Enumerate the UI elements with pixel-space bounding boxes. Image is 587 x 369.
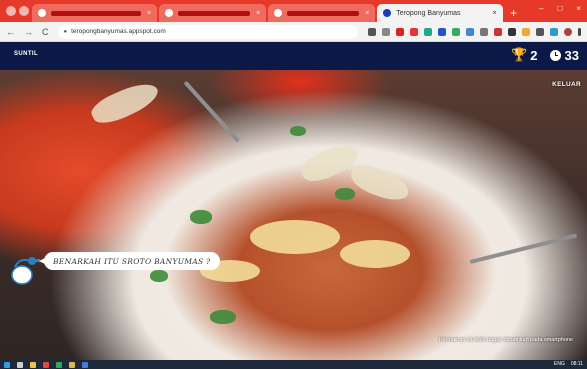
photo-detail — [150, 270, 168, 282]
browser-menu-dot[interactable] — [19, 6, 29, 16]
os-taskbar: ENG 08:11 — [0, 360, 587, 369]
redacted-tab-title — [51, 10, 141, 16]
hint-text: Permainan ini lebih bagus dimainkan pada… — [438, 337, 573, 343]
tab-favicon — [38, 9, 46, 17]
browser-tab-active[interactable]: Teropong Banyumas × — [377, 4, 503, 22]
photo-detail — [340, 240, 410, 268]
new-tab-button[interactable]: + — [505, 4, 523, 22]
extension-icons — [368, 27, 581, 36]
photo-detail — [87, 76, 163, 130]
start-icon[interactable] — [4, 361, 10, 368]
url-text: teropongbanyumas.appspot.com — [71, 28, 166, 35]
close-window-button[interactable]: × — [576, 4, 581, 13]
tab-title: Teropong Banyumas — [396, 9, 461, 17]
extension-icon[interactable] — [466, 27, 474, 36]
redacted-tab-title — [178, 10, 251, 16]
extension-icon[interactable] — [522, 27, 530, 36]
browser-tab-strip: × × × Teropong Banyumas × + – □ × — [0, 0, 587, 22]
extension-icon[interactable] — [396, 27, 404, 36]
question-text: BENARKAH ITU SROTO BANYUMAS ? — [53, 256, 211, 266]
tab-close-icon[interactable]: × — [493, 10, 497, 17]
timer-value: 33 — [564, 47, 579, 63]
forward-button[interactable]: → — [24, 27, 33, 37]
app-icon[interactable] — [82, 361, 88, 368]
back-button[interactable]: ← — [6, 27, 15, 37]
extension-icon[interactable] — [508, 27, 516, 36]
profile-avatar[interactable] — [564, 27, 572, 36]
reload-button[interactable]: C — [42, 27, 49, 37]
extension-icon[interactable] — [536, 27, 544, 36]
folder-icon[interactable] — [30, 361, 36, 368]
window-controls: – □ × — [539, 4, 581, 13]
browser-menu-dot[interactable] — [6, 6, 16, 16]
chrome-icon[interactable] — [69, 361, 75, 368]
tab-favicon — [165, 9, 174, 17]
photo-detail — [469, 233, 578, 264]
browser-tab[interactable]: × — [268, 4, 376, 22]
mascot-icon — [11, 257, 40, 285]
question-bubble: BENARKAH ITU SROTO BANYUMAS ? — [39, 252, 220, 270]
clock-text[interactable]: 08:11 — [571, 361, 583, 367]
search-icon[interactable] — [17, 361, 23, 368]
score-panel: 🏆 2 33 — [511, 47, 579, 63]
clock-icon — [549, 49, 561, 61]
extension-icon[interactable] — [438, 27, 446, 36]
extension-icon[interactable] — [368, 27, 376, 36]
photo-detail — [250, 220, 340, 254]
tab-favicon — [383, 9, 392, 17]
photo-detail — [335, 188, 355, 200]
browser-tab[interactable]: × — [159, 4, 267, 22]
url-input[interactable]: ● teropongbanyumas.appspot.com — [57, 24, 358, 39]
photo-detail — [290, 126, 306, 136]
dish-photo: KELUAR Permainan ini lebih bagus dimaink… — [0, 70, 587, 360]
minimize-button[interactable]: – — [539, 4, 543, 13]
extension-icon[interactable] — [480, 27, 488, 36]
extension-icon[interactable] — [452, 27, 460, 36]
photo-detail — [183, 80, 241, 143]
tab-close-icon[interactable]: × — [365, 10, 369, 17]
browser-tab[interactable]: × — [32, 4, 158, 22]
extension-icon[interactable] — [410, 27, 418, 36]
lock-icon: ● — [63, 28, 68, 35]
bookmark-star-icon[interactable] — [382, 27, 390, 36]
photo-detail — [190, 210, 212, 224]
app-icon[interactable] — [56, 361, 62, 368]
app-header: SUNTIL 🏆 2 33 — [0, 42, 587, 70]
extension-icon[interactable] — [424, 27, 432, 36]
app-icon[interactable] — [43, 361, 49, 368]
score-value: 2 — [530, 47, 538, 63]
extension-icon[interactable] — [494, 27, 502, 36]
maximize-button[interactable]: □ — [557, 4, 562, 13]
system-tray: ENG 08:11 — [554, 361, 583, 367]
extension-icon[interactable] — [550, 27, 558, 36]
screen: × × × Teropong Banyumas × + – □ × ← → C — [0, 0, 587, 369]
tab-favicon — [274, 9, 283, 17]
app-brand: SUNTIL — [14, 51, 39, 57]
trophy-icon: 🏆 — [511, 47, 528, 62]
language-indicator[interactable]: ENG — [554, 361, 565, 367]
photo-detail — [210, 310, 236, 324]
redacted-tab-title — [287, 10, 360, 16]
photo-detail — [347, 160, 413, 206]
address-bar-row: ← → C ● teropongbanyumas.appspot.com — [0, 22, 587, 42]
logout-button[interactable]: KELUAR — [552, 81, 581, 88]
browser-menu-icon[interactable] — [578, 27, 581, 36]
tab-close-icon[interactable]: × — [256, 10, 260, 17]
tab-close-icon[interactable]: × — [147, 10, 151, 17]
